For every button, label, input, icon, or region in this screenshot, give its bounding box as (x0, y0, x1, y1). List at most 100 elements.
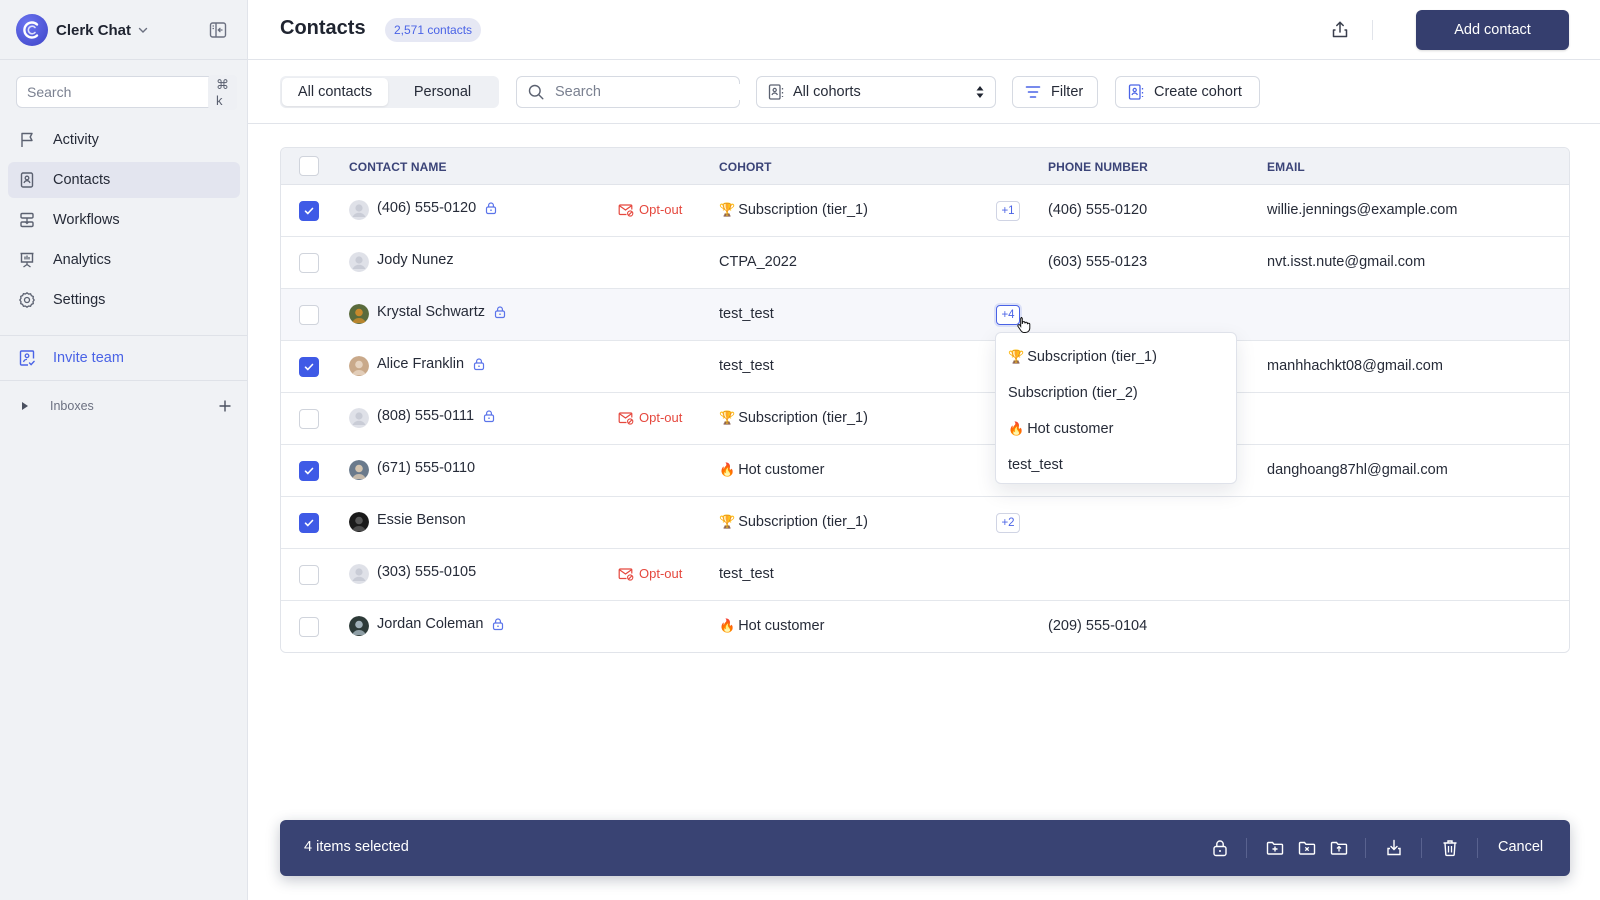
row-checkbox[interactable] (299, 565, 319, 585)
sidebar: Clerk Chat ⌘ k Activity Contacts Workflo… (0, 0, 248, 900)
contacts-search-input[interactable] (555, 84, 742, 100)
cohort-icon (1127, 83, 1145, 101)
contact-name-cell[interactable]: Jordan Coleman (377, 616, 505, 632)
gear-icon (18, 291, 36, 309)
sidebar-search[interactable]: ⌘ k (16, 74, 237, 110)
divider (1365, 838, 1366, 858)
row-checkbox[interactable] (299, 617, 319, 637)
contacts-search[interactable] (516, 76, 742, 108)
tab-all-contacts[interactable]: All contacts (282, 78, 388, 106)
phone-number: (406) 555-0120 (1048, 202, 1148, 218)
table-row[interactable]: Krystal Schwartz test_test +4 (281, 289, 1569, 341)
create-cohort-button[interactable]: Create cohort (1115, 76, 1260, 108)
table-row[interactable]: (406) 555-0120 🏆 Subscription (tier_1) (… (281, 185, 1569, 237)
sidebar-item-workflows[interactable]: Workflows (8, 202, 240, 238)
table-row[interactable]: Jody Nunez CTPA_2022 (603) 555-0123 nvt.… (281, 237, 1569, 289)
row-checkbox[interactable] (299, 513, 319, 533)
column-header-cohort[interactable]: COHORT (719, 160, 772, 174)
add-contact-button[interactable]: Add contact (1416, 10, 1569, 50)
lock-icon (491, 617, 505, 631)
sidebar-item-analytics[interactable]: Analytics (8, 242, 240, 278)
cohort-cell: CTPA_2022 (719, 254, 797, 270)
popover-item-test-test[interactable]: test_test (996, 447, 1236, 483)
contact-name-cell[interactable]: (671) 555-0110 (377, 460, 475, 476)
trash-icon[interactable] (1440, 838, 1460, 858)
sidebar-item-contacts[interactable]: Contacts (8, 162, 240, 198)
sidebar-item-label: Contacts (53, 172, 111, 188)
cohort-emoji: 🔥 (719, 618, 736, 633)
table-header: CONTACT NAME COHORT PHONE NUMBER EMAIL (281, 148, 1569, 185)
popover-item-subscription-tier-2[interactable]: Subscription (tier_2) (996, 375, 1236, 411)
cohort-select[interactable]: All cohorts (756, 76, 996, 108)
download-icon[interactable] (1384, 838, 1404, 858)
contact-name-cell[interactable]: Jody Nunez (377, 252, 454, 268)
lock-icon (493, 305, 507, 319)
lock-icon (484, 201, 498, 215)
folder-upload-icon[interactable] (1329, 838, 1349, 858)
popover-item-label: test_test (1008, 457, 1063, 473)
row-checkbox[interactable] (299, 253, 319, 273)
row-checkbox[interactable] (299, 357, 319, 377)
contact-name-cell[interactable]: (406) 555-0120 (377, 200, 498, 216)
table-row[interactable]: Jordan Coleman 🔥 Hot customer (209) 555-… (281, 601, 1569, 652)
contact-name-cell[interactable]: Krystal Schwartz (377, 304, 507, 320)
search-icon (527, 83, 545, 101)
popover-item-subscription-tier-1[interactable]: 🏆 Subscription (tier_1) (996, 339, 1236, 375)
folder-add-icon[interactable] (1265, 838, 1285, 858)
cohort-name: Subscription (tier_1) (738, 202, 868, 218)
fire-icon: 🔥 (1008, 421, 1025, 436)
more-cohorts-badge[interactable]: +2 (996, 513, 1020, 533)
sidebar-item-label: Workflows (53, 212, 120, 228)
table-row[interactable]: (303) 555-0105 test_test Opt-out (281, 549, 1569, 601)
cohort-emoji: 🏆 (719, 514, 736, 529)
column-header-email[interactable]: EMAIL (1267, 160, 1305, 174)
sidebar-search-input[interactable] (27, 84, 208, 100)
upload-icon[interactable] (1328, 18, 1352, 42)
opt-out-badge: Opt-out (618, 202, 682, 217)
inboxes-label: Inboxes (50, 399, 94, 413)
column-header-phone[interactable]: PHONE NUMBER (1048, 160, 1148, 174)
contact-name-cell[interactable]: (808) 555-0111 (377, 408, 496, 424)
row-checkbox[interactable] (299, 201, 319, 221)
tab-personal[interactable]: Personal (388, 78, 497, 106)
sidebar-nav: Activity Contacts Workflows Analytics Se… (8, 122, 240, 322)
table-row[interactable]: Essie Benson 🏆 Subscription (tier_1) +2 (281, 497, 1569, 549)
contact-name-cell[interactable]: Alice Franklin (377, 356, 486, 372)
cohort-name: Subscription (tier_1) (738, 514, 868, 530)
row-checkbox[interactable] (299, 305, 319, 325)
expand-caret-icon[interactable] (22, 402, 28, 410)
cohort-cell: 🏆 Subscription (tier_1) (719, 410, 868, 426)
folder-remove-icon[interactable] (1297, 838, 1317, 858)
invite-team-link[interactable]: Invite team (8, 340, 240, 376)
cohort-name: Hot customer (738, 462, 825, 478)
contact-name-cell[interactable]: (303) 555-0105 (377, 564, 476, 580)
row-checkbox[interactable] (299, 461, 319, 481)
table-row[interactable]: (808) 555-0111 🏆 Subscription (tier_1) O… (281, 393, 1569, 445)
cancel-selection-button[interactable]: Cancel (1498, 839, 1543, 855)
workspace-switcher[interactable]: Clerk Chat (16, 14, 149, 46)
divider (1477, 838, 1478, 858)
contact-name-cell[interactable]: Essie Benson (377, 512, 466, 528)
sidebar-item-activity[interactable]: Activity (8, 122, 240, 158)
table-body: (406) 555-0120 🏆 Subscription (tier_1) (… (281, 185, 1569, 652)
more-cohorts-badge[interactable]: +1 (996, 201, 1020, 221)
divider (0, 380, 247, 381)
cohort-cell: 🔥 Hot customer (719, 618, 824, 634)
popover-item-label: Subscription (tier_1) (1027, 349, 1157, 365)
email: willie.jennings@example.com (1267, 202, 1458, 218)
add-inbox-icon[interactable] (218, 399, 232, 413)
row-checkbox[interactable] (299, 409, 319, 429)
table-row[interactable]: Alice Franklin test_test manhhachkt08@gm… (281, 341, 1569, 393)
avatar-photo (349, 460, 369, 480)
cohort-popover: 🏆 Subscription (tier_1) Subscription (tie… (995, 332, 1237, 484)
collapse-sidebar-icon[interactable] (208, 20, 228, 40)
select-all-checkbox[interactable] (299, 156, 319, 176)
popover-item-hot-customer[interactable]: 🔥 Hot customer (996, 411, 1236, 447)
filter-button[interactable]: Filter (1012, 76, 1098, 108)
table-row[interactable]: (671) 555-0110 🔥 Hot customer danghoang8… (281, 445, 1569, 497)
contact-name: (671) 555-0110 (377, 460, 476, 476)
contact-name: (303) 555-0105 (377, 564, 477, 580)
column-header-contact-name[interactable]: CONTACT NAME (349, 160, 447, 174)
lock-icon[interactable] (1210, 838, 1230, 858)
sidebar-item-settings[interactable]: Settings (8, 282, 240, 318)
